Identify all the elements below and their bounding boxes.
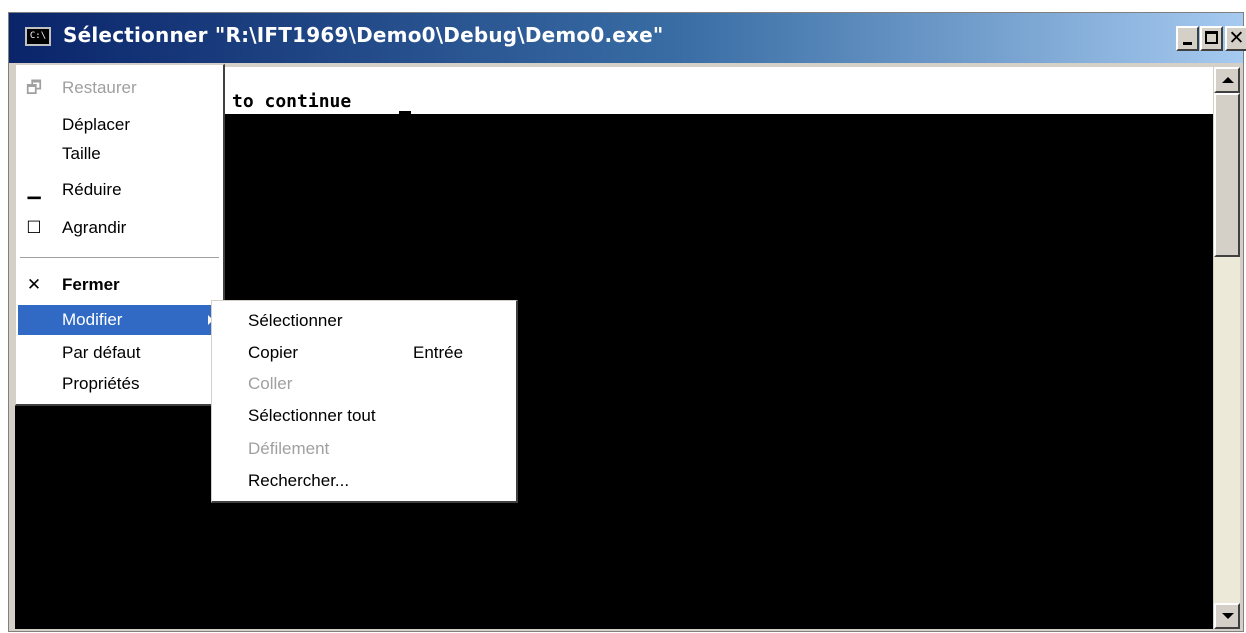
- scroll-up-button[interactable]: [1214, 67, 1240, 93]
- menu-item-label: Déplacer: [62, 115, 131, 134]
- scroll-down-button[interactable]: [1214, 603, 1240, 629]
- menu-item-label: Rechercher...: [248, 471, 350, 490]
- arrow-down-icon: [1222, 613, 1234, 619]
- menu-item-label: Fermer: [62, 275, 120, 294]
- arrow-up-icon: [1222, 77, 1234, 83]
- scroll-thumb[interactable]: [1214, 93, 1240, 257]
- system-menu: 🗗 Restaurer Déplacer Taille ▁ Réduire ☐ …: [15, 64, 225, 406]
- maximize-icon: [1205, 31, 1218, 44]
- menu-item-reduire[interactable]: ▁ Réduire: [18, 175, 221, 205]
- menu-item-agrandir[interactable]: ☐ Agrandir: [18, 213, 221, 243]
- close-icon: ✕: [26, 275, 42, 295]
- title-bar[interactable]: C:\ Sélectionner "R:\IFT1969\Demo0\Debug…: [9, 13, 1246, 63]
- submenu-item-copier[interactable]: Copier Entrée: [214, 338, 514, 368]
- menu-item-label: Réduire: [62, 180, 122, 199]
- restore-icon: 🗗: [26, 78, 42, 98]
- menu-separator: [20, 257, 219, 259]
- menu-item-label: Propriétés: [62, 374, 140, 393]
- minimize-icon: [1183, 42, 1192, 45]
- close-icon: ✕: [1228, 27, 1245, 49]
- menu-item-label: Copier: [248, 343, 299, 362]
- menu-item-label: Sélectionner tout: [248, 406, 376, 425]
- menu-item-restaurer[interactable]: 🗗 Restaurer: [18, 73, 221, 103]
- menu-item-label: Coller: [248, 374, 293, 393]
- menu-item-label: Restaurer: [62, 78, 137, 97]
- close-button[interactable]: ✕: [1225, 26, 1246, 51]
- minimize-icon: ▁: [27, 180, 41, 200]
- submenu-item-coller[interactable]: Coller: [214, 369, 514, 399]
- console-app-icon[interactable]: C:\: [25, 27, 51, 46]
- menu-item-label: Taille: [62, 144, 101, 163]
- window-title: Sélectionner "R:\IFT1969\Demo0\Debug\Dem…: [63, 23, 664, 47]
- edit-submenu: Sélectionner Copier Entrée Coller Sélect…: [211, 300, 518, 503]
- menu-item-proprietes[interactable]: Propriétés: [18, 369, 221, 399]
- menu-item-modifier[interactable]: Modifier: [18, 305, 221, 335]
- menu-item-label: Modifier: [62, 310, 123, 329]
- menu-item-label: Défilement: [248, 439, 330, 458]
- menu-item-taille[interactable]: Taille: [18, 139, 221, 169]
- console-text: to continue: [232, 91, 352, 112]
- submenu-item-defilement[interactable]: Défilement: [214, 434, 514, 464]
- menu-item-label: Par défaut: [62, 343, 141, 362]
- submenu-item-selectionner[interactable]: Sélectionner: [214, 306, 514, 336]
- menu-item-label: Sélectionner: [248, 311, 343, 330]
- minimize-button[interactable]: [1176, 26, 1199, 51]
- menu-item-label: Agrandir: [62, 218, 127, 237]
- menu-item-shortcut: Entrée: [413, 343, 464, 362]
- maximize-icon: ☐: [26, 218, 42, 238]
- menu-item-fermer[interactable]: ✕ Fermer: [18, 270, 221, 300]
- submenu-item-rechercher[interactable]: Rechercher...: [214, 466, 514, 496]
- submenu-item-selectionner-tout[interactable]: Sélectionner tout: [214, 401, 514, 431]
- text-cursor: [399, 111, 411, 114]
- menu-item-par-defaut[interactable]: Par défaut: [18, 338, 221, 368]
- menu-item-deplacer[interactable]: Déplacer: [18, 110, 221, 140]
- vertical-scrollbar[interactable]: [1214, 67, 1240, 629]
- maximize-button[interactable]: [1200, 26, 1223, 51]
